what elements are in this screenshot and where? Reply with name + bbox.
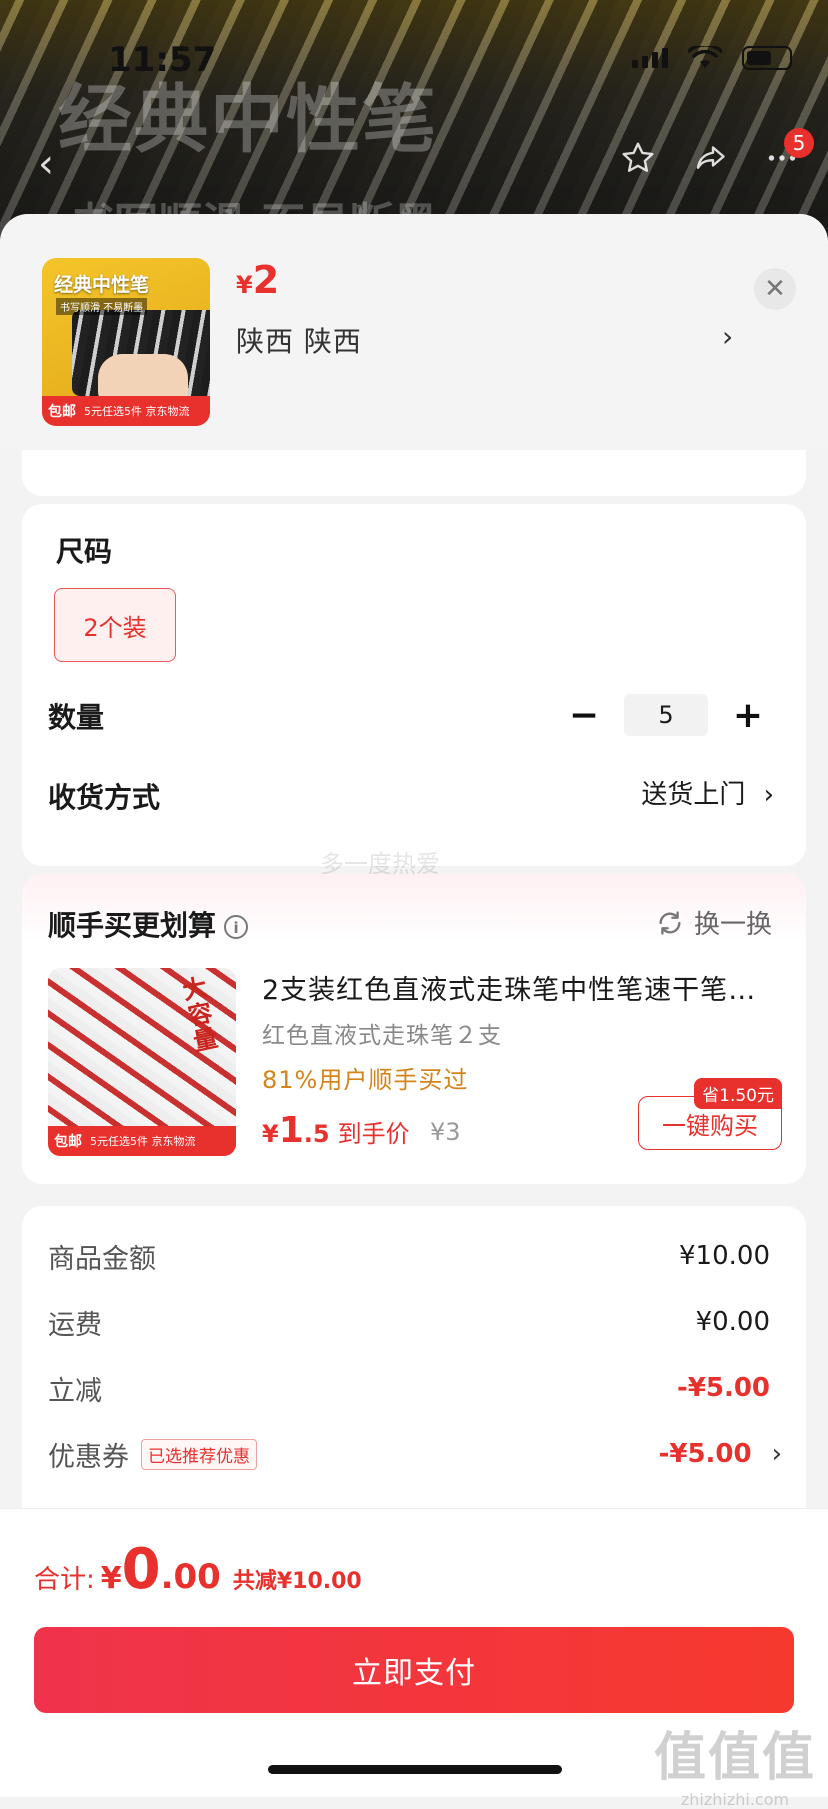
bundle-product-name[interactable]: 2支装红色直液式走珠笔中性笔速干笔黑色签字笔	[262, 968, 782, 1007]
price-label: 到手价	[337, 1120, 410, 1148]
battery-icon	[742, 46, 792, 70]
free-shipping-label: 包邮	[48, 404, 76, 420]
summary-label: 运费	[48, 1309, 102, 1341]
bundle-buyers-stat: 81%用户顺手买过	[262, 1066, 469, 1094]
currency-symbol: ¥	[236, 271, 253, 299]
promo-label: 5元任选5件 京东物流	[84, 405, 190, 418]
summary-value: ¥0.00	[695, 1307, 770, 1337]
back-icon[interactable]: ‹	[38, 142, 82, 186]
size-option-chip[interactable]: 2个装	[54, 588, 176, 662]
promo-label: 5元任选5件 京东物流	[90, 1135, 196, 1148]
bundle-price: ¥1.5 到手价	[262, 1110, 410, 1151]
coupon-label-group: 优惠券 已选推荐优惠	[48, 1435, 257, 1474]
price-dec: .5	[303, 1120, 330, 1148]
coupon-value-group: -¥5.00 ›	[659, 1439, 782, 1469]
summary-value: ¥10.00	[679, 1241, 770, 1271]
total-saved: 共减¥10.00	[232, 1569, 362, 1594]
total-dec: .00	[160, 1557, 221, 1597]
free-shipping-label: 包邮	[54, 1134, 82, 1150]
options-card: 尺码 2个装 数量 − 5 + 收货方式 送货上门 ›	[22, 504, 806, 866]
nav-actions	[616, 136, 804, 180]
summary-label: 立减	[48, 1375, 102, 1407]
savings-badge: 省1.50元	[694, 1078, 782, 1109]
refresh-label: 换一换	[693, 910, 772, 940]
summary-row-goods: 商品金额 ¥10.00	[48, 1236, 770, 1276]
pay-now-button[interactable]: 立即支付	[34, 1627, 794, 1713]
summary-value: -¥5.00	[676, 1373, 770, 1403]
total-label: 合计:	[34, 1565, 95, 1595]
increase-button[interactable]: +	[730, 695, 766, 736]
price-summary-card: 商品金额 ¥10.00 运费 ¥0.00 立减 -¥5.00 优惠券 已选推荐优…	[22, 1206, 806, 1526]
delivery-method-selector[interactable]: 送货上门 ›	[641, 774, 774, 811]
thumb-promo-tag: 包邮 5元任选5件 京东物流	[42, 396, 210, 426]
order-total: 合计: ¥ 0 .00 共减¥10.00	[34, 1537, 362, 1602]
close-button[interactable]: ✕	[754, 268, 796, 310]
summary-label: 优惠券	[48, 1441, 129, 1473]
favorite-star-icon[interactable]	[616, 136, 660, 180]
checkout-footer: 合计: ¥ 0 .00 共减¥10.00 立即支付 值值值 zhizhizhi.…	[0, 1508, 828, 1809]
thumb-big-text: 大容量	[180, 973, 221, 1057]
thumb-title: 经典中性笔	[54, 274, 150, 296]
address-chevron-icon[interactable]: ›	[722, 320, 733, 353]
currency-symbol: ¥	[100, 1561, 122, 1596]
product-price: ¥2	[236, 258, 279, 302]
share-icon[interactable]	[688, 136, 732, 180]
product-thumbnail: 经典中性笔 书写顺滑 不易断墨 包邮 5元任选5件 京东物流	[42, 258, 210, 426]
status-time: 11:57	[108, 40, 217, 80]
watermark-logo-text: 值值值	[653, 1728, 816, 1788]
price-value: 2	[252, 258, 280, 302]
spec-card-top	[22, 450, 806, 496]
size-label: 尺码	[56, 535, 113, 568]
coupon-tag: 已选推荐优惠	[141, 1438, 257, 1470]
bundle-title-text: 顺手买更划算	[48, 909, 217, 942]
summary-row-discount: 立减 -¥5.00	[48, 1368, 770, 1408]
thumb-promo-tag: 包邮 5元任选5件 京东物流	[48, 1126, 236, 1156]
summary-label: 商品金额	[48, 1243, 156, 1275]
info-icon[interactable]: i	[224, 915, 249, 939]
thumb-subtitle: 书写顺滑 不易断墨	[56, 298, 148, 315]
bundle-title: 顺手买更划算 i	[48, 904, 249, 944]
cellular-signal-icon	[632, 48, 668, 68]
quantity-stepper: − 5 +	[566, 694, 766, 736]
status-icons	[632, 46, 792, 70]
refresh-button[interactable]: 换一换	[656, 904, 772, 941]
home-indicator	[268, 1765, 562, 1774]
quantity-input[interactable]: 5	[624, 694, 708, 736]
site-watermark: 值值值 zhizhizhi.com	[654, 1715, 816, 1809]
bundle-card: 顺手买更划算 i 换一换 大容量 包邮 5元任选5件 京东物流 2支装红色直液式走…	[22, 874, 806, 1184]
chevron-right-icon: ›	[771, 1439, 782, 1469]
hand-image	[98, 354, 188, 402]
original-price: ¥3	[430, 1118, 461, 1146]
delivery-value: 送货上门	[641, 780, 746, 810]
watermark-url: zhizhizhi.com	[680, 1790, 790, 1809]
quantity-label: 数量	[48, 701, 105, 734]
price-int: 1	[278, 1110, 304, 1151]
message-count-badge: 5	[784, 128, 814, 158]
sheet-header: 经典中性笔 书写顺滑 不易断墨 包邮 5元任选5件 京东物流 ¥2 陕西 陕西 …	[0, 214, 828, 450]
summary-value: -¥5.00	[658, 1439, 752, 1469]
total-int: 0	[121, 1537, 161, 1602]
summary-row-shipping: 运费 ¥0.00	[48, 1302, 770, 1342]
currency-symbol: ¥	[262, 1120, 279, 1148]
wifi-icon	[688, 46, 722, 68]
chevron-right-icon: ›	[763, 780, 774, 810]
bundle-product-thumbnail[interactable]: 大容量 包邮 5元任选5件 京东物流	[48, 968, 236, 1156]
bundle-product-spec: 红色直液式走珠笔２支	[262, 1023, 502, 1049]
decrease-button[interactable]: −	[566, 695, 602, 736]
shipping-address[interactable]: 陕西 陕西	[236, 320, 362, 360]
summary-row-coupon[interactable]: 优惠券 已选推荐优惠 -¥5.00 ›	[48, 1434, 782, 1474]
delivery-label: 收货方式	[48, 781, 161, 814]
refresh-icon	[659, 910, 681, 935]
